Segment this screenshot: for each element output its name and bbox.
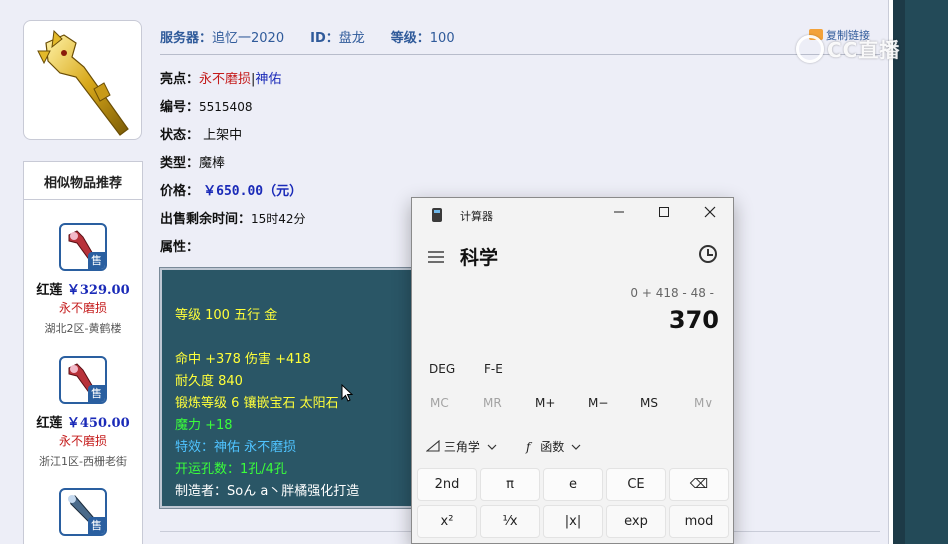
sale-badge: 售 [88, 517, 105, 534]
deg-button[interactable]: DEG [429, 362, 455, 376]
calculator-result: 370 [668, 306, 719, 334]
calculator-title: 计算器 [460, 210, 493, 223]
price-row: 价格： ￥650.00（元） [160, 184, 303, 199]
cc-live-watermark: CC直播 [796, 34, 900, 63]
chevron-down-icon [487, 444, 497, 450]
attributes-box: 等级 100 五行 金 命中 +378 伤害 +418 耐久度 840 锻炼等级… [159, 267, 431, 509]
key-e[interactable]: e [543, 468, 603, 501]
time-left-row: 出售剩余时间：15时42分 [160, 212, 306, 227]
mouse-cursor-icon [341, 384, 354, 402]
memory-subtract-button[interactable]: M− [588, 396, 608, 410]
header-divider [160, 54, 880, 55]
similar-item-thumb[interactable]: 售 [59, 488, 107, 536]
similar-item-thumb[interactable]: 售 [59, 223, 107, 271]
attr-effect: 特效：神佑 永不磨损 [175, 440, 297, 455]
sale-badge: 售 [88, 252, 105, 269]
side-strip [893, 0, 948, 544]
server-label: 服务器： [160, 31, 213, 46]
key-absolute[interactable]: |x| [543, 505, 603, 538]
similar-item-price-line[interactable]: 红莲 ￥450.00 [24, 412, 142, 431]
attr-durability: 耐久度 840 [175, 374, 243, 389]
maximize-button[interactable] [641, 202, 687, 228]
trigonometry-dropdown[interactable]: 三角学 [425, 438, 497, 455]
key-square[interactable]: x² [417, 505, 477, 538]
function-dropdown[interactable]: f 函数 [526, 438, 581, 455]
attr-slots: 开运孔数：1孔/4孔 [175, 462, 287, 477]
attr-level: 等级 100 五行 金 [175, 308, 278, 323]
close-button[interactable] [687, 202, 733, 228]
similar-item-tag: 永不磨损 [58, 301, 107, 315]
memory-add-button[interactable]: M+ [535, 396, 555, 410]
chevron-down-icon [571, 444, 581, 450]
attr-forging: 锻炼等级 6 镶嵌宝石 太阳石 [175, 396, 339, 411]
number-row: 编号：5515408 [160, 100, 253, 115]
similar-item-tag: 永不磨损 [58, 434, 107, 448]
key-backspace[interactable]: ⌫ [669, 468, 729, 501]
triangle-icon [425, 439, 440, 452]
memory-list-button[interactable]: M∨ [694, 396, 713, 410]
key-clear-entry[interactable]: CE [606, 468, 666, 501]
calculator-app-icon [432, 208, 442, 222]
key-exp[interactable]: exp [606, 505, 666, 538]
calculator-titlebar[interactable]: 计算器 [412, 198, 733, 232]
calculator-window: 计算器 科学 0 + 418 - 48 - 370 DEG F-E MC MR … [411, 197, 734, 544]
level-value: 100 [429, 31, 455, 46]
calculator-mode-title: 科学 [460, 247, 499, 269]
history-icon[interactable] [699, 245, 717, 263]
key-pi[interactable]: π [480, 468, 540, 501]
similar-items-title: 相似物品推荐 [24, 162, 142, 200]
attributes-label: 属性： [160, 240, 200, 255]
memory-clear-button[interactable]: MC [430, 396, 449, 410]
similar-item-thumb[interactable]: 售 [59, 356, 107, 404]
id-value: 盘龙 [338, 31, 365, 46]
item-header: 服务器：追忆一2020 ID：盘龙 等级：100 [160, 27, 455, 46]
function-icon: f [526, 440, 531, 454]
key-mod[interactable]: mod [669, 505, 729, 538]
similar-items-panel: 相似物品推荐 售 红莲 ￥329.00 永不磨损 湖北2区-黄鹤楼 售 红莲 ￥… [23, 161, 143, 544]
similar-item-server: 湖北2区-黄鹤楼 [44, 322, 122, 335]
id-label: ID： [310, 31, 339, 46]
sale-badge: 售 [88, 385, 105, 402]
item-image [23, 20, 142, 140]
similar-item-price-line[interactable]: 红莲 ￥329.00 [24, 279, 142, 298]
attr-maker: 制造者：Soん a丶胖橘强化打造 [175, 484, 360, 499]
minimize-button[interactable] [596, 202, 642, 228]
type-row: 类型：魔棒 [160, 156, 226, 171]
similar-item-server: 浙江1区-西栅老街 [39, 455, 127, 468]
status-row: 状态： 上架中 [160, 128, 243, 143]
hamburger-menu-icon[interactable] [428, 248, 444, 267]
memory-recall-button[interactable]: MR [483, 396, 502, 410]
calculator-expression: 0 + 418 - 48 - [630, 286, 714, 300]
highlight-row: 亮点：永不磨损|神佑 [160, 72, 282, 87]
key-second[interactable]: 2nd [417, 468, 477, 501]
attr-magic: 魔力 +18 [175, 418, 233, 433]
key-reciprocal[interactable]: ¹⁄x [480, 505, 540, 538]
fe-button[interactable]: F-E [484, 362, 503, 376]
server-value: 追忆一2020 [212, 31, 285, 46]
attr-hit-damage: 命中 +378 伤害 +418 [175, 352, 311, 367]
memory-store-button[interactable]: MS [640, 396, 658, 410]
level-label: 等级： [390, 31, 430, 46]
